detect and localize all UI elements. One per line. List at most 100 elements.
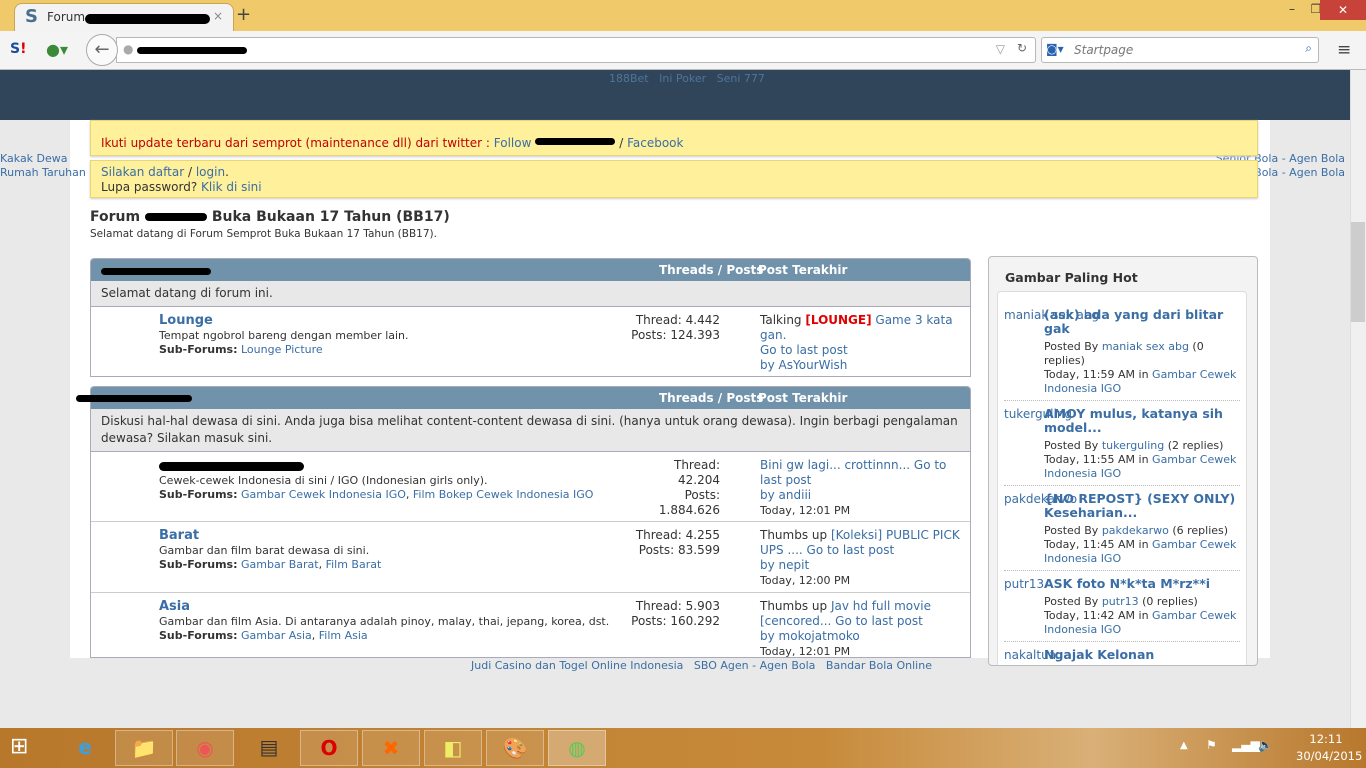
author-link[interactable]: tukerguling (1102, 439, 1164, 452)
notes-icon[interactable]: ▤ (240, 730, 298, 766)
author-link[interactable]: pakdekarwo (1102, 524, 1169, 537)
author-link[interactable]: maniak sex abg (1102, 340, 1189, 353)
action-center-icon[interactable]: ⚑ (1206, 738, 1217, 752)
thread-count: Thread: 5.903 (635, 599, 720, 613)
ad-link[interactable]: Kakak Dewa (0, 152, 68, 165)
sub-forum-link[interactable]: Lounge Picture (241, 343, 323, 356)
category-header[interactable]: Threads / Posts Post Terakhir (91, 387, 970, 409)
taskbar: ⊞ e 📁 ◉ ▤ O ✖ ◧ 🎨 ◍ ▲ ⚑ ▂▄▆ 🔈 12:11 30/0… (0, 728, 1366, 768)
sub-forum-link[interactable]: Gambar Asia (241, 629, 312, 642)
last-post-author[interactable]: by andiii (760, 488, 970, 503)
scrollbar[interactable] (1350, 70, 1366, 728)
footer-link[interactable]: Bandar Bola Online (826, 659, 932, 672)
globe-app-icon[interactable]: ◍ (548, 730, 606, 766)
post-count: Posts: 160.292 (631, 614, 720, 628)
forum-row: Lounge Tempat ngobrol bareng dengan membe… (91, 307, 970, 376)
url-input[interactable]: ● ▽ ↻ (116, 37, 1036, 63)
tab-title: Forum (47, 10, 86, 24)
posted-by-label: Posted By (1044, 340, 1102, 353)
menu-icon[interactable]: ≡ (1337, 40, 1351, 60)
close-window-icon[interactable]: ✕ (1320, 0, 1366, 20)
go-to-last-post-link[interactable]: Go to last post (760, 343, 970, 358)
scrollbar-thumb[interactable] (1351, 222, 1365, 322)
browser-tab[interactable]: S Forum × (14, 3, 234, 31)
site-favicon-icon: S (25, 6, 38, 27)
forum-description: Tempat ngobrol bareng dengan member lain… (159, 329, 409, 342)
header-link[interactable]: Ini Poker (659, 72, 706, 85)
redaction (137, 47, 247, 54)
hot-item: pakdekarwo {NO REPOST} (SEXY ONLY) Keseha… (1004, 486, 1240, 571)
login-notice: Silakan daftar / login. Lupa password? K… (90, 160, 1258, 198)
clock-time[interactable]: 12:11 (1306, 732, 1346, 746)
forgot-password-link[interactable]: Klik di sini (201, 180, 262, 194)
category-header[interactable]: Threads / Posts Post Terakhir (91, 259, 970, 281)
close-tab-icon[interactable]: × (213, 9, 223, 23)
file-explorer-icon[interactable]: 📁 (115, 730, 173, 766)
hot-item-title-link[interactable]: AMOY mulus, katanya sih model... (1044, 407, 1240, 435)
volume-icon[interactable]: 🔈 (1258, 738, 1273, 752)
clock-date[interactable]: 30/04/2015 (1296, 749, 1362, 763)
firefox-icon[interactable]: ◉ (176, 730, 234, 766)
minimize-icon[interactable]: – (1280, 2, 1304, 16)
start-windows-icon[interactable]: ⊞ (10, 734, 28, 759)
redaction (144, 213, 207, 221)
hot-item-title-link[interactable]: Ngajak Kelonan (1044, 648, 1240, 662)
search-engine-icon[interactable]: ◙▾ (1046, 42, 1064, 56)
forum-name-link[interactable]: Lounge (159, 313, 213, 328)
files-icon[interactable]: ◧ (424, 730, 482, 766)
hot-item-meta: Posted By pakdekarwo (6 replies) Today, 1… (1044, 524, 1240, 566)
go-to-last-post-link[interactable]: Go to last post (803, 543, 895, 557)
dropdown-icon[interactable]: ▽ (996, 42, 1005, 56)
back-button[interactable]: ← (86, 34, 118, 66)
facebook-link[interactable]: Facebook (627, 136, 683, 150)
twitter-notice: Ikuti update terbaru dari semprot (maint… (90, 120, 1258, 156)
footer-link[interactable]: SBO Agen - Agen Bola (694, 659, 816, 672)
forum-row: Cewek-cewek Indonesia di sini / IGO (Ind… (91, 452, 970, 522)
redaction (85, 14, 210, 24)
last-post: Talking [LOUNGE] Game 3 kata gan. Go to l… (760, 313, 970, 376)
reload-icon[interactable]: ↻ (1017, 41, 1027, 55)
paint-icon[interactable]: 🎨 (486, 730, 544, 766)
sub-forum-link[interactable]: Film Barat (326, 558, 382, 571)
posted-by-label: Posted By (1044, 595, 1102, 608)
threads-posts-header: Threads / Posts (659, 263, 764, 277)
addon-icon[interactable]: S! (10, 41, 26, 57)
reply-count: (0 replies) (1138, 595, 1198, 608)
search-icon[interactable]: ⌕ (1305, 41, 1312, 56)
register-link[interactable]: daftar (148, 165, 184, 179)
header-link[interactable]: 188Bet (609, 72, 649, 85)
sub-forum-link[interactable]: Film Bokep Cewek Indonesia IGO (413, 488, 594, 501)
go-to-last-post-link[interactable]: Go to last post (831, 614, 923, 628)
greasemonkey-icon[interactable]: ●▾ (46, 40, 68, 59)
search-input[interactable]: ◙▾ Startpage ⌕ (1041, 37, 1319, 63)
hot-item-avatar-user[interactable]: putr13 (1004, 577, 1044, 591)
author-link[interactable]: putr13 (1102, 595, 1139, 608)
new-tab-button[interactable]: + (236, 4, 251, 25)
last-post-author[interactable]: by AsYourWish (760, 358, 970, 373)
hot-item-title-link[interactable]: (ask) ada yang dari blitar gak (1044, 308, 1240, 336)
footer-link[interactable]: Judi Casino dan Togel Online Indonesia (471, 659, 683, 672)
sub-forums-label: Sub-Forums: (159, 343, 238, 356)
sub-forums-label: Sub-Forums: (159, 629, 238, 642)
network-icon[interactable]: ▂▄▆ (1232, 738, 1260, 752)
sub-forum-link[interactable]: Gambar Cewek Indonesia IGO (241, 488, 406, 501)
hot-item-title-link[interactable]: ASK foto N*k*ta M*rz**i (1044, 577, 1240, 591)
hot-item-title-link[interactable]: {NO REPOST} (SEXY ONLY) Keseharian... (1044, 492, 1240, 520)
sub-forum-link[interactable]: Film Asia (319, 629, 368, 642)
hot-list: maniak sex abg (ask) ada yang dari blitar… (997, 291, 1247, 665)
sub-forums-label: Sub-Forums: (159, 558, 238, 571)
last-post-author[interactable]: by mokojatmoko (760, 629, 970, 644)
forum-name-link[interactable]: Asia (159, 599, 190, 614)
sub-forum-link[interactable]: Gambar Barat (241, 558, 319, 571)
xampp-icon[interactable]: ✖ (362, 730, 420, 766)
post-time: Today, 11:59 AM in (1044, 368, 1153, 381)
last-post-topic-link[interactable]: Bini gw lagi... crottinnn... (760, 458, 910, 472)
internet-explorer-icon[interactable]: e (56, 730, 114, 766)
opera-icon[interactable]: O (300, 730, 358, 766)
last-post-author[interactable]: by nepit (760, 558, 970, 573)
header-link[interactable]: Seni 777 (717, 72, 765, 85)
show-hidden-icons[interactable]: ▲ (1180, 740, 1188, 751)
login-link[interactable]: login (196, 165, 225, 179)
forum-name-link[interactable]: Barat (159, 528, 199, 543)
twitter-follow-link[interactable]: Follow (494, 136, 532, 150)
